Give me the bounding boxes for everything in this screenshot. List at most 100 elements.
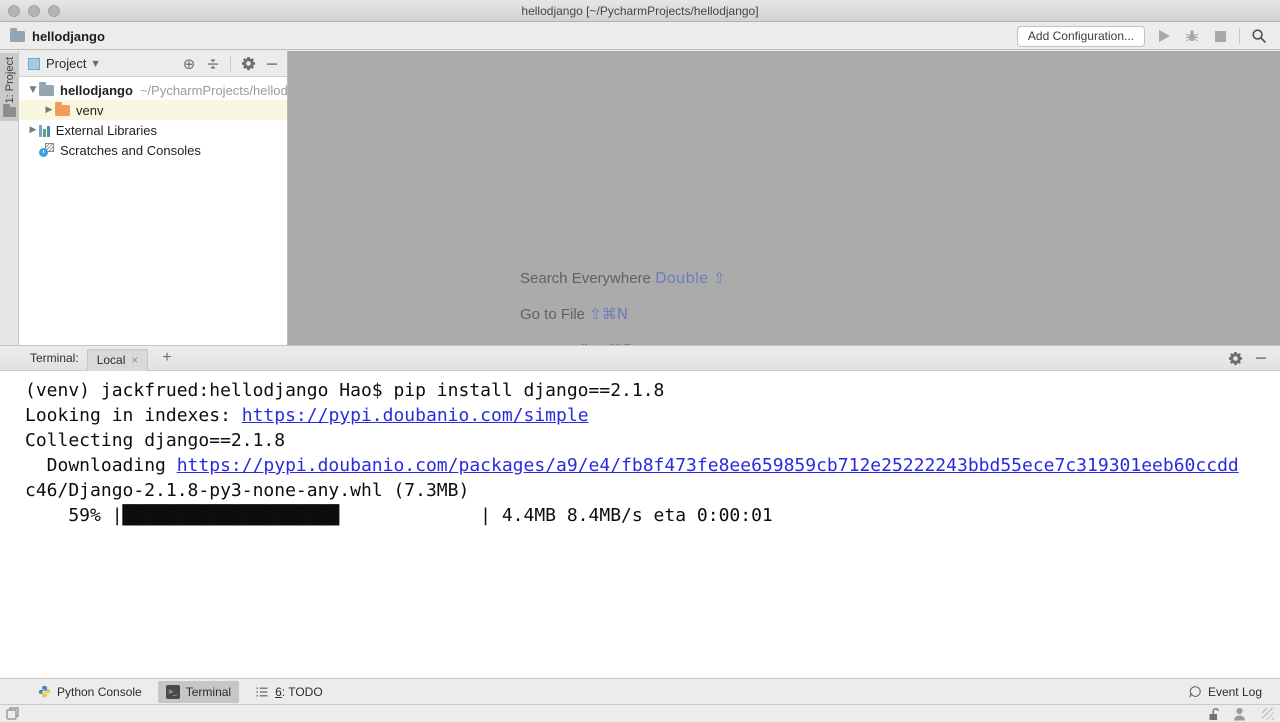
terminal-button[interactable]: >_ Terminal: [158, 681, 239, 703]
project-tool-window: Project ▼ ⊕: [19, 51, 288, 345]
terminal-title: Terminal:: [30, 351, 79, 365]
tree-row-venv[interactable]: ▶ venv: [19, 100, 287, 120]
terminal-icon: >_: [166, 685, 180, 699]
expand-arrow-icon[interactable]: ▶: [43, 105, 55, 115]
libraries-icon: [39, 124, 50, 137]
terminal-line: c46/Django-2.1.8-py3-none-any.whl (7.3MB…: [25, 478, 1280, 503]
todo-label-rest: : TODO: [282, 685, 323, 699]
scratches-icon: [39, 143, 54, 157]
hint-label: Go to File: [520, 306, 585, 323]
terminal-output[interactable]: (venv) jackfrued:hellodjango Hao$ pip in…: [0, 371, 1280, 677]
expand-arrow-icon[interactable]: ▶: [27, 125, 39, 135]
chevron-down-icon[interactable]: ▼: [92, 59, 98, 68]
terminal-line: (venv) jackfrued:hellodjango Hao$ pip in…: [25, 378, 1280, 403]
todo-button[interactable]: 6: TODO: [247, 681, 331, 703]
terminal-text: c46/Django-2.1.8-py3-none-any.whl (7.3MB…: [25, 480, 469, 501]
tree-item-label: External Libraries: [56, 123, 157, 138]
highlighting-level-button[interactable]: [1233, 707, 1246, 721]
terminal-label: Terminal: [186, 685, 231, 699]
minimize-icon: [1255, 352, 1267, 364]
tree-item-path: ~/PycharmProjects/hellodjango: [140, 83, 287, 98]
window-title: hellodjango [~/PycharmProjects/hellodjan…: [0, 4, 1280, 18]
run-button[interactable]: [1155, 27, 1173, 45]
project-settings-button[interactable]: [239, 55, 257, 73]
terminal-tab-local[interactable]: Local ×: [87, 349, 149, 371]
stop-button[interactable]: [1211, 27, 1229, 45]
locate-file-button[interactable]: ⊕: [180, 55, 198, 73]
new-terminal-tab-button[interactable]: +: [162, 349, 171, 367]
stop-icon: [1215, 31, 1226, 42]
terminal-link[interactable]: https://pypi.doubanio.com/simple: [242, 405, 589, 426]
left-tool-stripe: 1: Project 2: Favorites ★ 7: Structure: [0, 51, 19, 345]
event-log-bubble-icon: [1188, 685, 1202, 699]
windows-icon: [6, 707, 19, 720]
terminal-text: Looking in indexes:: [25, 405, 242, 426]
hector-icon: [1233, 707, 1246, 721]
main-area: 1: Project 2: Favorites ★ 7: Structure P…: [0, 51, 1280, 345]
event-log-label: Event Log: [1208, 685, 1262, 699]
hint-shortcut: ⇧⌘N: [589, 305, 628, 323]
search-icon: [1251, 28, 1267, 44]
unlock-icon: [1208, 707, 1221, 721]
hint-shortcut: Double ⇧: [655, 269, 726, 287]
readonly-toggle-button[interactable]: [1208, 707, 1221, 721]
pycharm-window: hellodjango [~/PycharmProjects/hellodjan…: [0, 0, 1280, 722]
venv-folder-icon: [55, 105, 70, 116]
terminal-text: 59% |████████████████████ | 4.4MB 8.4MB/…: [25, 505, 773, 526]
bug-icon: [1185, 29, 1199, 43]
minimize-icon: [266, 58, 278, 70]
hint-label: Search Everywhere: [520, 270, 651, 287]
hide-panel-button[interactable]: [263, 55, 281, 73]
terminal-line: Downloading https://pypi.doubanio.com/pa…: [25, 453, 1280, 478]
debug-button[interactable]: [1183, 27, 1201, 45]
search-everywhere-button[interactable]: [1250, 27, 1268, 45]
main-toolbar: hellodjango Add Configuration...: [0, 23, 1280, 50]
expand-arrow-icon[interactable]: ▼: [27, 85, 39, 95]
gear-icon: [241, 56, 256, 71]
hide-tool-windows-button[interactable]: [6, 707, 19, 720]
terminal-text: (venv) jackfrued:hellodjango Hao$ pip in…: [25, 380, 664, 401]
terminal-line: Collecting django==2.1.8: [25, 428, 1280, 453]
python-console-button[interactable]: Python Console: [30, 681, 150, 703]
panel-header-divider: [230, 56, 231, 71]
terminal-text: Downloading: [25, 455, 177, 476]
terminal-link[interactable]: https://pypi.doubanio.com/packages/a9/e4…: [177, 455, 1239, 476]
project-panel-title[interactable]: Project: [46, 56, 86, 71]
resize-grip[interactable]: [1262, 708, 1274, 720]
todo-list-icon: [255, 685, 269, 699]
todo-mnemonic: 6: [275, 685, 282, 699]
play-icon: [1159, 30, 1170, 42]
project-folder-icon: [10, 31, 25, 42]
terminal-tab-label: Local: [97, 353, 126, 367]
terminal-text: Collecting django==2.1.8: [25, 430, 285, 451]
tree-row-external-libraries[interactable]: ▶ External Libraries: [19, 120, 287, 140]
add-configuration-button[interactable]: Add Configuration...: [1017, 26, 1145, 47]
terminal-settings-button[interactable]: [1226, 349, 1244, 367]
hide-terminal-button[interactable]: [1252, 349, 1270, 367]
project-tree: ▼ hellodjango ~/PycharmProjects/hellodja…: [19, 77, 287, 345]
project-tab-folder-icon: [3, 107, 16, 117]
project-view-icon: [28, 58, 40, 70]
close-tab-icon[interactable]: ×: [131, 354, 138, 366]
event-log-button[interactable]: Event Log: [1180, 681, 1270, 703]
hint-go-to-file: Go to File ⇧⌘N: [520, 305, 726, 323]
navigation-breadcrumb[interactable]: hellodjango: [0, 29, 105, 44]
tree-row-hellodjango[interactable]: ▼ hellodjango ~/PycharmProjects/hellodja…: [19, 80, 287, 100]
tool-window-bar: Python Console >_ Terminal 6: TODO Event…: [0, 678, 1280, 704]
toolbar-divider: [1239, 28, 1240, 44]
project-tab-label: 1: Project: [4, 57, 16, 103]
sidebar-tab-project[interactable]: 1: Project: [0, 53, 19, 121]
folder-icon: [39, 85, 54, 96]
terminal-line: Looking in indexes: https://pypi.doubani…: [25, 403, 1280, 428]
terminal-tool-window: Terminal: Local × + (venv) jackfrued:hel…: [0, 345, 1280, 678]
tree-item-label: venv: [76, 103, 103, 118]
toolbar-actions: Add Configuration...: [1017, 26, 1280, 47]
breadcrumb-project-name: hellodjango: [32, 29, 105, 44]
tree-item-label: Scratches and Consoles: [60, 143, 201, 158]
tree-row-scratches[interactable]: Scratches and Consoles: [19, 140, 287, 160]
gear-icon: [1228, 351, 1243, 366]
terminal-line: 59% |████████████████████ | 4.4MB 8.4MB/…: [25, 503, 1280, 528]
collapse-all-button[interactable]: [204, 55, 222, 73]
editor-area: Search Everywhere Double ⇧ Go to File ⇧⌘…: [288, 51, 1280, 345]
collapse-all-icon: [206, 57, 220, 71]
